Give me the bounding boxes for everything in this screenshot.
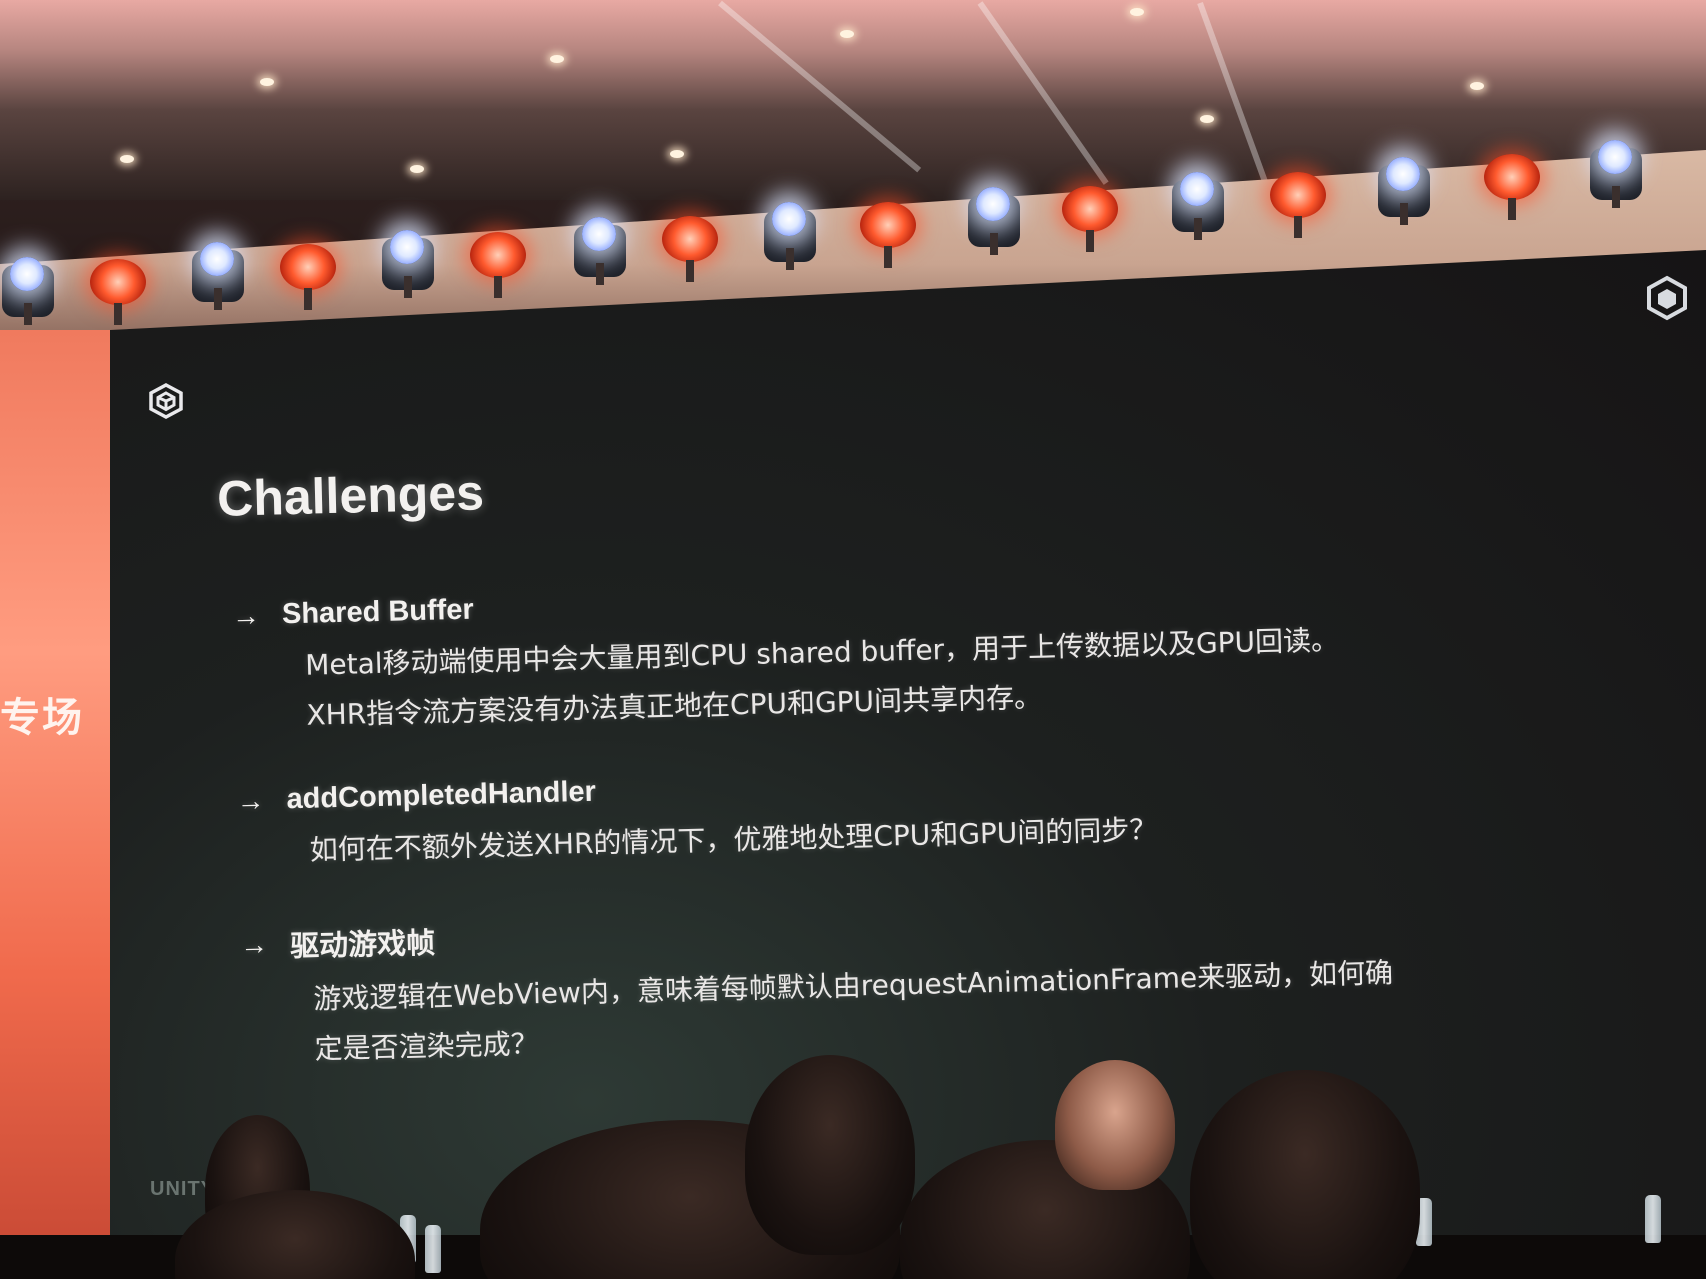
- moving-head-light: [0, 255, 60, 325]
- moving-head-light: [1584, 138, 1648, 208]
- moving-head-light: [376, 228, 440, 298]
- light-beam: [977, 1, 1109, 185]
- moving-head-light: [1372, 155, 1436, 225]
- water-bottle: [425, 1225, 441, 1273]
- wash-light: [1266, 168, 1330, 238]
- wash-light: [1480, 150, 1544, 220]
- side-banner: [0, 330, 110, 1250]
- ceiling-spotlight: [260, 78, 274, 86]
- arrow-right-icon: →: [231, 599, 261, 632]
- ceiling-spotlight: [120, 155, 134, 163]
- wash-light: [86, 255, 150, 325]
- ceiling-spotlight: [670, 150, 684, 158]
- light-beam: [1197, 1, 1272, 192]
- conference-scene: 专场 Challenges → Shared Buffer Metal移动端使用…: [0, 0, 1706, 1279]
- challenge-heading: addCompletedHandler: [286, 775, 597, 816]
- moving-head-light: [186, 240, 250, 310]
- banner-text: 专场: [0, 695, 84, 741]
- wash-light: [1058, 182, 1122, 252]
- challenge-heading: 驱动游戏帧: [289, 927, 436, 964]
- ceiling-spotlight: [550, 55, 564, 63]
- moving-head-light: [962, 185, 1026, 255]
- light-beam: [718, 0, 922, 173]
- audience-head: [745, 1055, 915, 1255]
- arrow-right-icon: →: [239, 928, 269, 961]
- water-bottle: [1645, 1195, 1661, 1243]
- arrow-right-icon: →: [236, 784, 265, 816]
- audience-head: [1055, 1060, 1175, 1190]
- projection-screen: [110, 250, 1706, 1250]
- challenge-heading: Shared Buffer: [281, 593, 475, 631]
- unity-cube-icon: [1647, 275, 1687, 321]
- wash-light: [276, 240, 340, 310]
- moving-head-light: [758, 200, 822, 270]
- ceiling-spotlight: [1130, 8, 1144, 16]
- moving-head-light: [568, 215, 632, 285]
- ceiling-spotlight: [1470, 82, 1484, 90]
- moving-head-light: [1166, 170, 1230, 240]
- wash-light: [466, 228, 530, 298]
- wash-light: [856, 198, 920, 268]
- ceiling-spotlight: [840, 30, 854, 38]
- wash-light: [658, 212, 722, 282]
- unity-cube-icon: [149, 383, 183, 419]
- ceiling-spotlight: [1200, 115, 1214, 123]
- ceiling-spotlight: [410, 165, 424, 173]
